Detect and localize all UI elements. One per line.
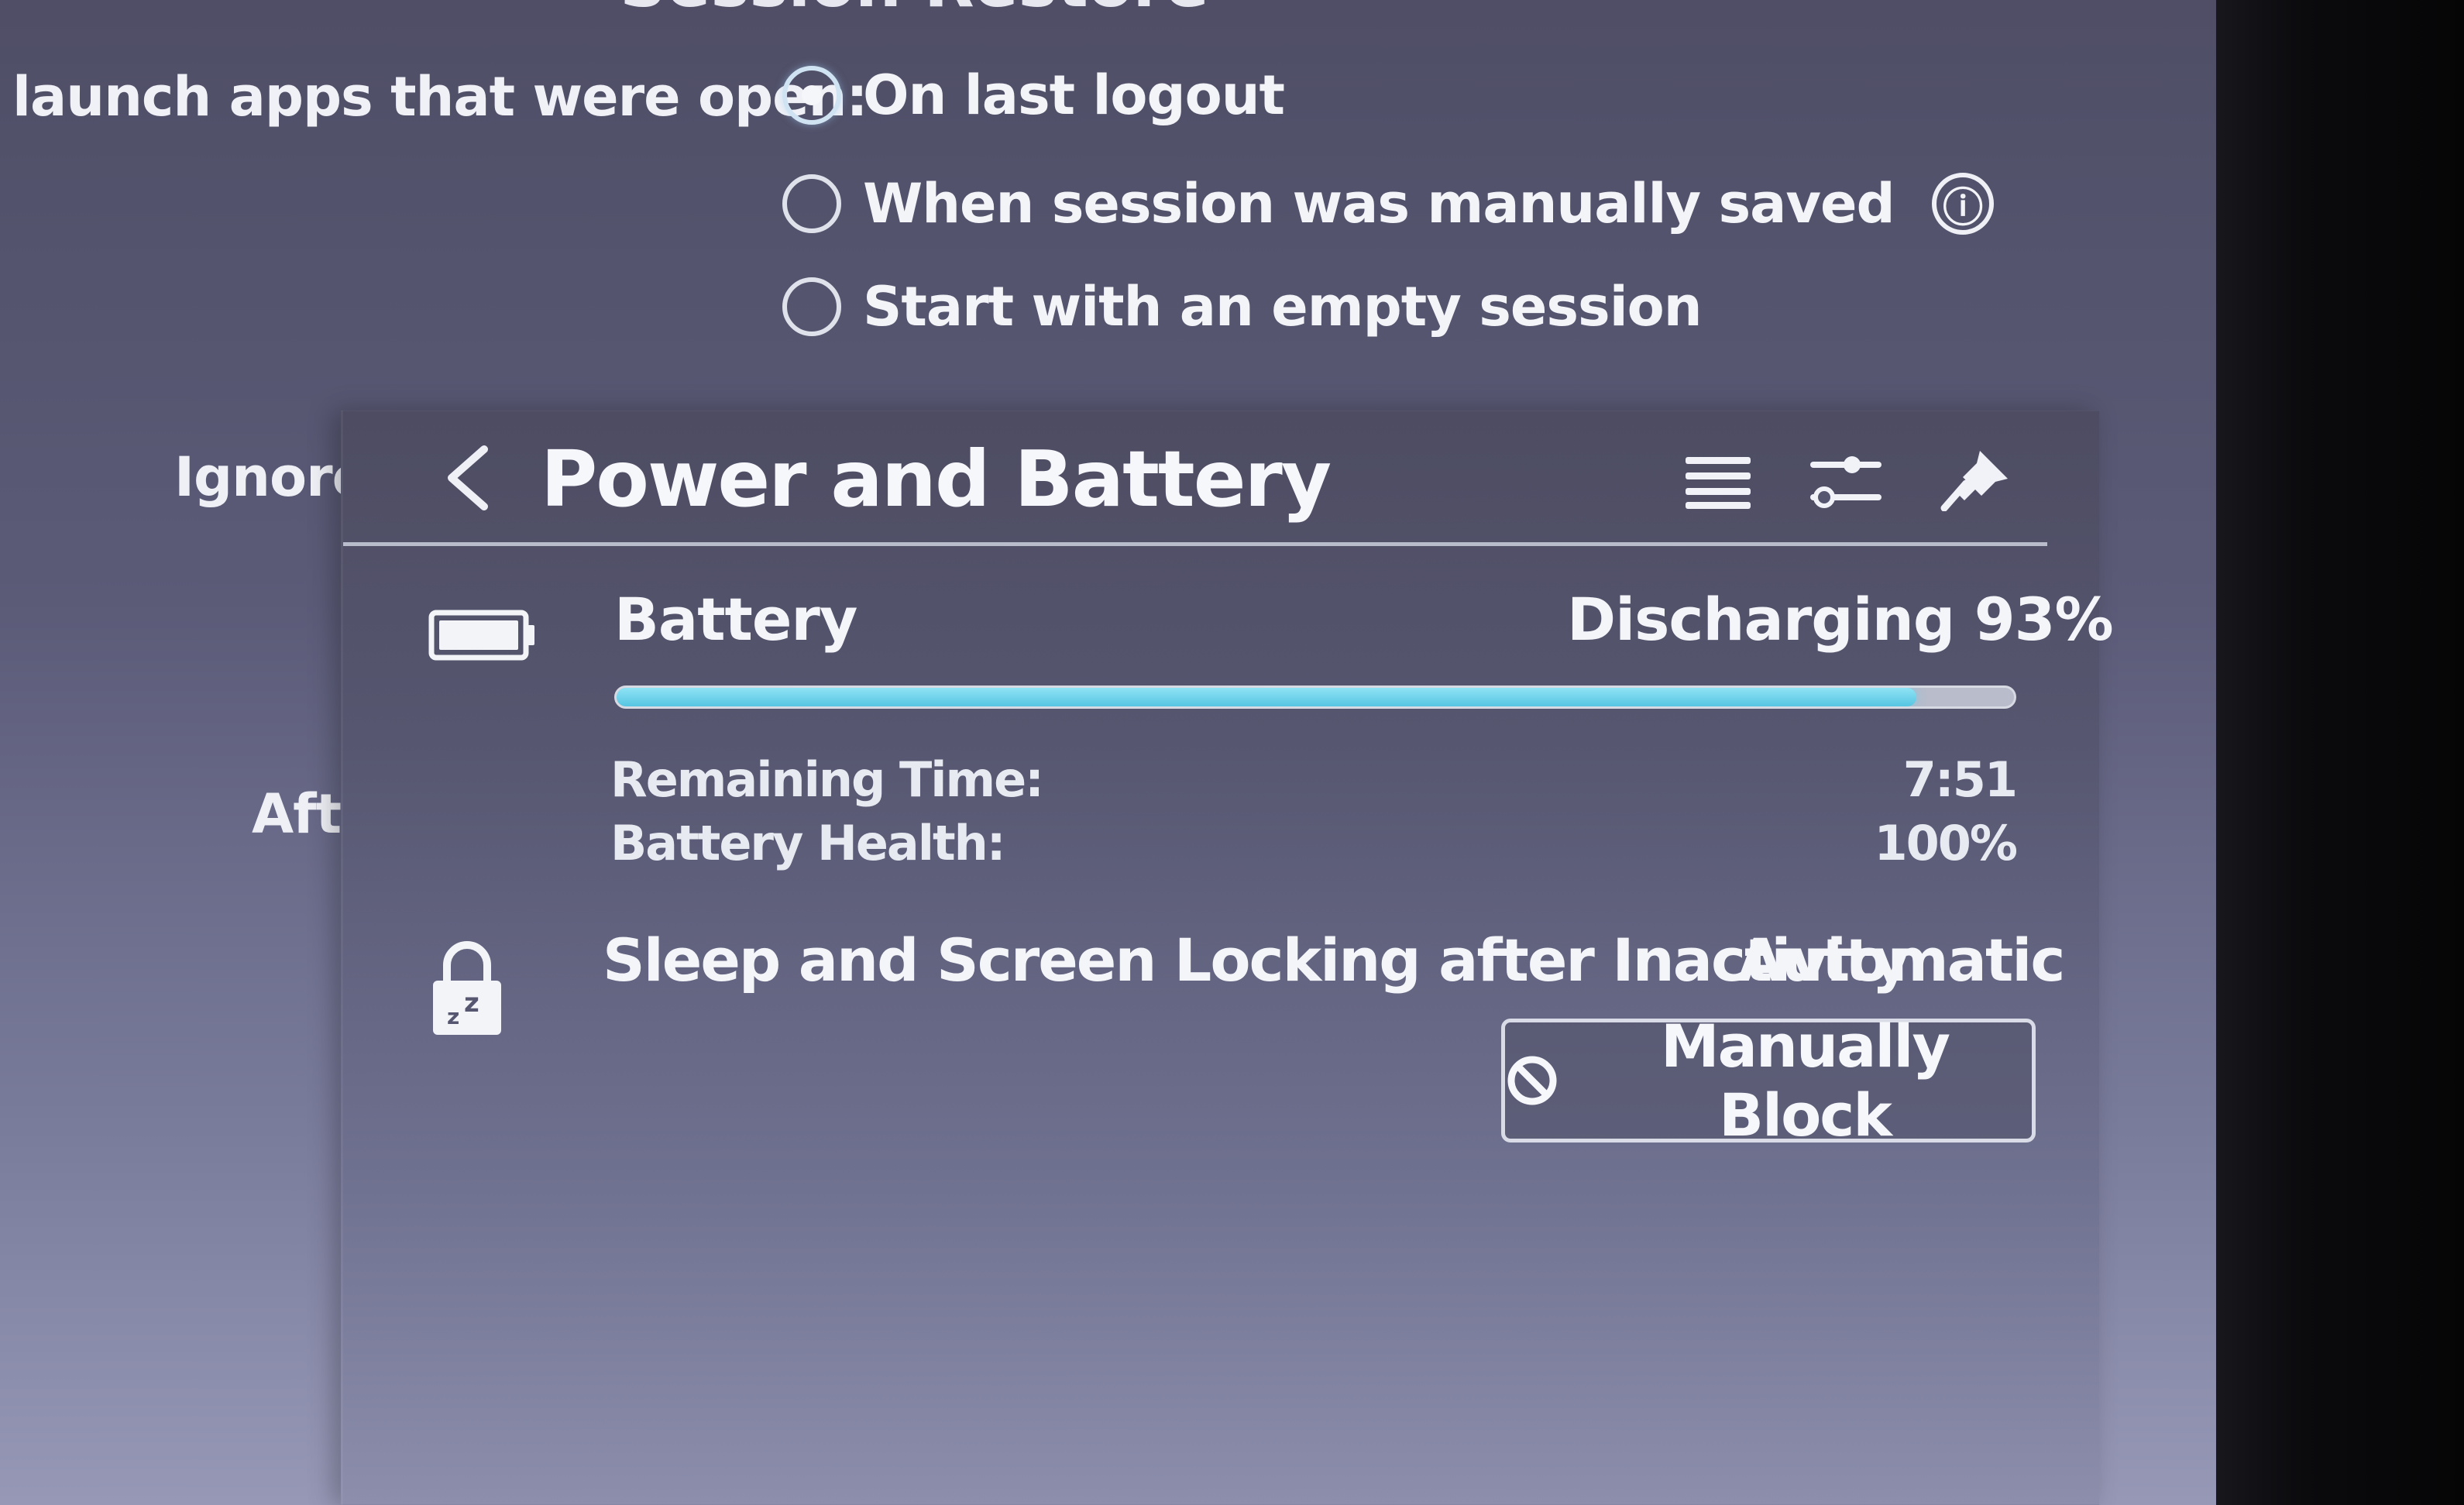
block-icon — [1507, 1056, 1557, 1105]
battery-icon — [428, 610, 534, 661]
remaining-time-value: 7:51 — [1902, 751, 2018, 808]
popup-header: Power and Battery — [343, 411, 2047, 546]
launch-apps-label: launch apps that were open: — [12, 65, 868, 129]
battery-health-value: 100% — [1874, 815, 2018, 871]
info-icon[interactable]: ⓘ — [1931, 173, 1994, 235]
radio-label: When session was manually saved — [863, 172, 1895, 235]
battery-health-label: Battery Health: — [610, 815, 1006, 871]
radio-on-last-logout[interactable]: On last logout — [782, 64, 1285, 127]
battery-charge-bar — [614, 685, 2016, 709]
battery-label: Battery — [614, 585, 857, 654]
hamburger-menu-icon[interactable] — [1679, 449, 1757, 511]
sleep-locking-value: Automatic — [1737, 926, 2065, 995]
remaining-time-label: Remaining Time: — [610, 751, 1044, 808]
sleep-locking-label: Sleep and Screen Locking after Inactivit… — [603, 926, 1910, 995]
svg-text:z: z — [464, 988, 479, 1019]
radio-button-checked[interactable] — [782, 66, 841, 125]
back-icon[interactable] — [436, 443, 498, 513]
radio-label: On last logout — [863, 64, 1285, 127]
manually-block-label: Manually Block — [1660, 1012, 1950, 1149]
sleep-lock-icon: z z — [433, 941, 501, 1035]
section-heading: Session Restore — [620, 0, 1209, 22]
configure-icon[interactable] — [1807, 449, 1885, 511]
radio-label: Start with an empty session — [863, 275, 1703, 338]
pin-icon[interactable] — [1935, 449, 2012, 511]
radio-button[interactable] — [782, 277, 841, 336]
svg-text:z: z — [447, 1004, 459, 1029]
popup-title: Power and Battery — [541, 434, 1332, 524]
power-battery-popup: Power and Battery Battery Discharging 93… — [341, 411, 2114, 1505]
monitor-bezel — [2216, 0, 2464, 1505]
manually-block-button[interactable]: Manually Block — [1501, 1012, 2036, 1149]
battery-status: Discharging 93% — [1567, 585, 2114, 654]
radio-manually-saved[interactable]: When session was manually saved ⓘ — [782, 172, 1994, 235]
radio-button[interactable] — [782, 174, 841, 233]
radio-empty-session[interactable]: Start with an empty session — [782, 275, 1703, 338]
battery-charge-fill — [617, 688, 1916, 706]
